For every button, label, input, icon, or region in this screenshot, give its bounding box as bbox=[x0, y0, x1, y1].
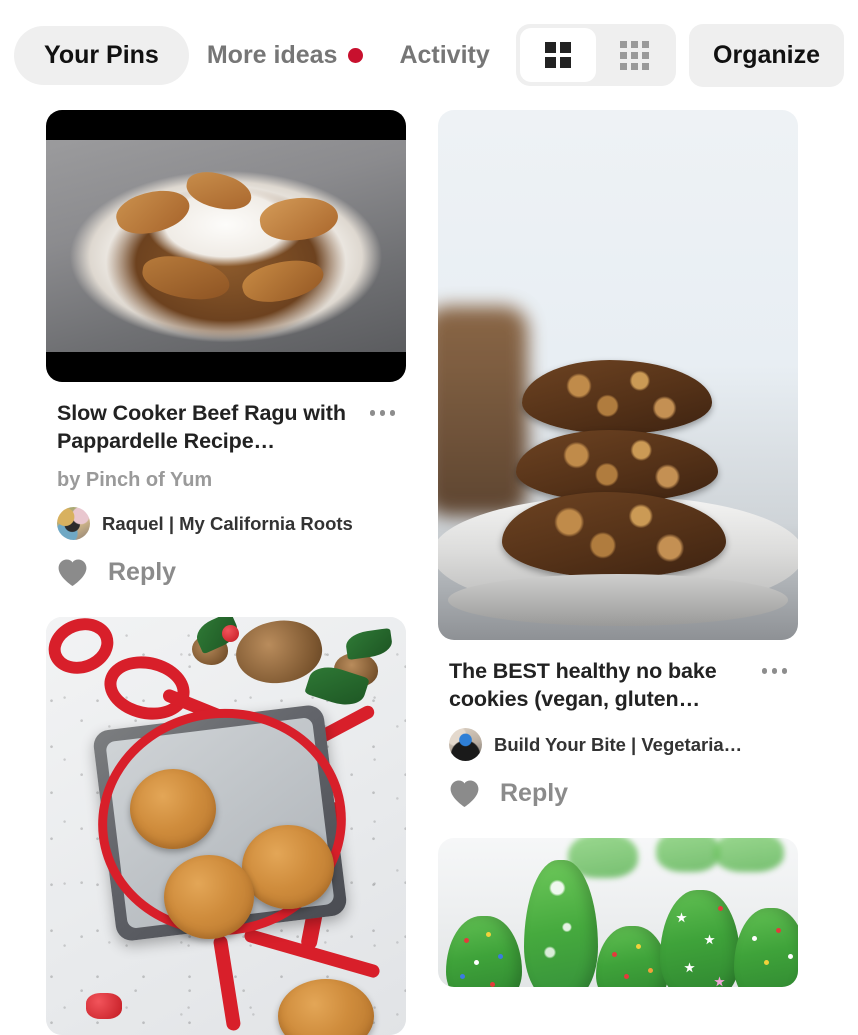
decor-shape bbox=[714, 838, 784, 873]
decor-shape bbox=[714, 976, 725, 987]
tab-more-ideas-label: More ideas bbox=[206, 40, 338, 69]
top-toolbar: Your Pins More ideas Activity Organize bbox=[0, 0, 858, 110]
view-toggle-group bbox=[516, 24, 677, 86]
pin-image-beef-ragu[interactable] bbox=[46, 110, 406, 382]
pin-meta: The BEST healthy no bake cookies (vegan,… bbox=[438, 657, 798, 808]
decor-shape bbox=[788, 954, 793, 960]
heart-icon[interactable] bbox=[449, 779, 480, 808]
pin-image-no-bake-cookies[interactable] bbox=[438, 110, 798, 640]
decor-shape bbox=[648, 968, 653, 974]
tab-activity[interactable]: Activity bbox=[381, 26, 507, 85]
decor-shape bbox=[139, 251, 233, 305]
decor-shape bbox=[164, 855, 254, 940]
tab-your-pins-label: Your Pins bbox=[44, 40, 159, 69]
pin-title: Slow Cooker Beef Ragu with Pappardelle R… bbox=[57, 401, 346, 454]
pin-overflow-menu-button[interactable] bbox=[369, 399, 395, 416]
pins-masonry-board: Slow Cooker Beef Ragu with Pappardelle R… bbox=[0, 110, 858, 1035]
view-grid-3x3-button[interactable] bbox=[596, 28, 672, 82]
decor-shape bbox=[183, 167, 255, 215]
pin-image-christmas-tree-cookies[interactable] bbox=[438, 838, 798, 988]
board-column-right: The BEST healthy no bake cookies (vegan,… bbox=[438, 110, 798, 1024]
decor-shape bbox=[486, 932, 491, 938]
decor-shape bbox=[460, 974, 465, 980]
board-column-left: Slow Cooker Beef Ragu with Pappardelle R… bbox=[46, 110, 406, 1035]
decor-shape bbox=[776, 928, 781, 934]
pin-title-row: Slow Cooker Beef Ragu with Pappardelle R… bbox=[57, 399, 395, 455]
pin-reply-row[interactable]: Reply bbox=[57, 558, 395, 587]
decor-shape bbox=[636, 944, 641, 950]
ragu-photo-art bbox=[46, 140, 406, 352]
decor-shape bbox=[448, 574, 788, 626]
decor-shape bbox=[524, 860, 598, 988]
decor-shape bbox=[464, 938, 469, 944]
pin-author-name: Build Your Bite | Vegetaria… bbox=[494, 733, 743, 755]
view-grid-2x2-button[interactable] bbox=[520, 28, 597, 82]
decor-shape bbox=[656, 838, 720, 873]
pin-card[interactable]: The BEST healthy no bake cookies (vegan,… bbox=[438, 110, 798, 808]
pin-reply-label: Reply bbox=[500, 779, 569, 808]
decor-shape bbox=[522, 360, 712, 434]
decor-shape bbox=[474, 960, 479, 966]
decor-shape bbox=[238, 252, 328, 310]
pin-card[interactable]: Slow Cooker Beef Ragu with Pappardelle R… bbox=[46, 110, 406, 587]
pin-reply-row[interactable]: Reply bbox=[449, 779, 787, 808]
decor-shape bbox=[704, 934, 715, 945]
decor-shape bbox=[446, 916, 522, 988]
decor-shape bbox=[490, 982, 495, 988]
avatar bbox=[449, 728, 482, 762]
decor-shape bbox=[516, 430, 718, 502]
pin-author-row[interactable]: Build Your Bite | Vegetaria… bbox=[449, 728, 787, 762]
tab-activity-label: Activity bbox=[399, 40, 490, 69]
decor-shape bbox=[612, 952, 617, 958]
decor-shape bbox=[752, 936, 757, 942]
decor-shape bbox=[734, 908, 798, 988]
decor-shape bbox=[684, 962, 695, 973]
pin-source: by Pinch of Yum bbox=[57, 469, 213, 492]
grid-2x2-icon bbox=[545, 42, 572, 68]
decor-shape bbox=[86, 993, 122, 1020]
pin-image-gingerbread-cookies[interactable] bbox=[46, 617, 406, 1035]
tab-your-pins[interactable]: Your Pins bbox=[14, 25, 189, 85]
pin-card[interactable] bbox=[438, 838, 798, 988]
decor-shape bbox=[130, 769, 216, 850]
decor-shape bbox=[676, 912, 687, 923]
pin-title: The BEST healthy no bake cookies (vegan,… bbox=[449, 659, 717, 712]
pin-author-row[interactable]: Raquel | My California Roots bbox=[57, 507, 395, 541]
decor-shape bbox=[764, 960, 769, 966]
pin-overflow-menu-button[interactable] bbox=[761, 657, 787, 674]
organize-button[interactable]: Organize bbox=[689, 23, 844, 87]
avatar bbox=[57, 507, 90, 541]
pin-author-name: Raquel | My California Roots bbox=[102, 512, 353, 534]
notification-dot-icon bbox=[348, 47, 364, 63]
heart-icon[interactable] bbox=[57, 558, 88, 587]
decor-shape bbox=[111, 182, 195, 242]
decor-shape bbox=[718, 906, 723, 912]
decor-shape bbox=[242, 825, 334, 910]
decor-shape bbox=[660, 890, 740, 988]
pin-card[interactable] bbox=[46, 617, 406, 1035]
decor-shape bbox=[596, 926, 668, 988]
decor-shape bbox=[438, 306, 528, 516]
decor-shape bbox=[257, 192, 341, 246]
decor-shape bbox=[624, 974, 629, 980]
pin-reply-label: Reply bbox=[108, 558, 177, 587]
grid-3x3-icon bbox=[619, 40, 649, 70]
pin-title-row: The BEST healthy no bake cookies (vegan,… bbox=[449, 657, 787, 713]
decor-shape bbox=[498, 954, 503, 960]
tab-more-ideas[interactable]: More ideas bbox=[189, 26, 382, 85]
pin-meta: Slow Cooker Beef Ragu with Pappardelle R… bbox=[46, 399, 406, 587]
